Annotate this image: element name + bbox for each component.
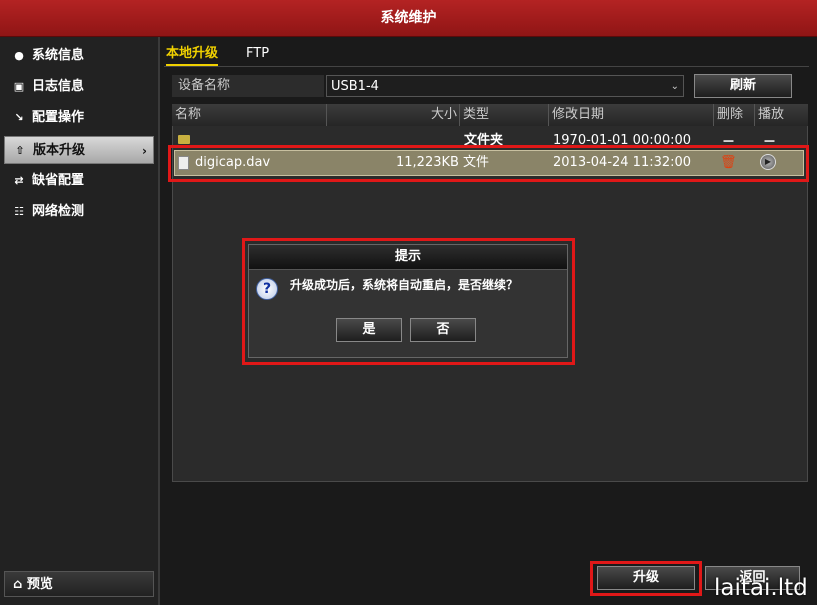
sidebar-item-label: 缺省配置 xyxy=(32,173,85,188)
sidebar-item-label: 网络检测 xyxy=(32,204,85,219)
column-header-type: 类型 xyxy=(460,104,549,126)
sidebar-item-config[interactable]: ↘ 配置操作 xyxy=(4,104,154,132)
preview-button[interactable]: ⌂ 预览 xyxy=(4,571,154,597)
sidebar-item-label: 日志信息 xyxy=(32,79,85,94)
info-icon: ● xyxy=(14,49,24,62)
watermark: laitai.ltd xyxy=(714,575,808,601)
sidebar-item-label: 系统信息 xyxy=(32,48,85,63)
preview-label: 预览 xyxy=(26,577,53,592)
sidebar: ● 系统信息 ▣ 日志信息 ↘ 配置操作 ⇧ 版本升级 › ⇄ 缺省配置 ☷ 网络检测 xyxy=(0,37,160,605)
sidebar-item-default[interactable]: ⇄ 缺省配置 xyxy=(4,167,154,195)
sidebar-item-log-info[interactable]: ▣ 日志信息 xyxy=(4,73,154,101)
chevron-right-icon: › xyxy=(142,144,147,158)
column-header-play: 播放 xyxy=(755,104,808,126)
log-icon: ▣ xyxy=(13,80,25,93)
refresh-button[interactable]: 刷新 xyxy=(694,74,792,98)
config-icon: ↘ xyxy=(14,111,24,124)
device-name-label: 设备名称 xyxy=(172,75,324,97)
highlight-box-upgrade xyxy=(590,561,702,596)
chevron-down-icon: ⌄ xyxy=(670,81,679,92)
home-icon: ⌂ xyxy=(13,577,23,592)
sidebar-item-system-info[interactable]: ● 系统信息 xyxy=(4,42,154,70)
tab-divider xyxy=(164,66,809,67)
column-header-delete: 删除 xyxy=(714,104,755,126)
sidebar-item-label: 版本升级 xyxy=(33,143,86,158)
tab-ftp[interactable]: FTP xyxy=(246,44,269,64)
column-header-size: 大小 xyxy=(327,104,460,126)
sidebar-item-network[interactable]: ☷ 网络检测 xyxy=(4,198,154,226)
column-header-date: 修改日期 xyxy=(549,104,714,126)
sidebar-item-upgrade[interactable]: ⇧ 版本升级 › xyxy=(4,136,154,164)
device-select-value: USB1-4 xyxy=(331,79,379,94)
tab-local-upgrade[interactable]: 本地升级 xyxy=(166,44,219,66)
network-icon: ☷ xyxy=(14,205,24,218)
upgrade-icon: ⇧ xyxy=(15,144,25,157)
device-select[interactable]: USB1-4 ⌄ xyxy=(326,75,684,97)
sidebar-item-label: 配置操作 xyxy=(32,110,85,125)
highlight-box-file xyxy=(168,145,809,182)
highlight-box-dialog xyxy=(242,238,575,365)
window-title: 系统维护 xyxy=(0,0,817,37)
default-icon: ⇄ xyxy=(14,174,24,187)
folder-icon xyxy=(178,135,190,144)
column-header-name: 名称 xyxy=(172,104,327,126)
